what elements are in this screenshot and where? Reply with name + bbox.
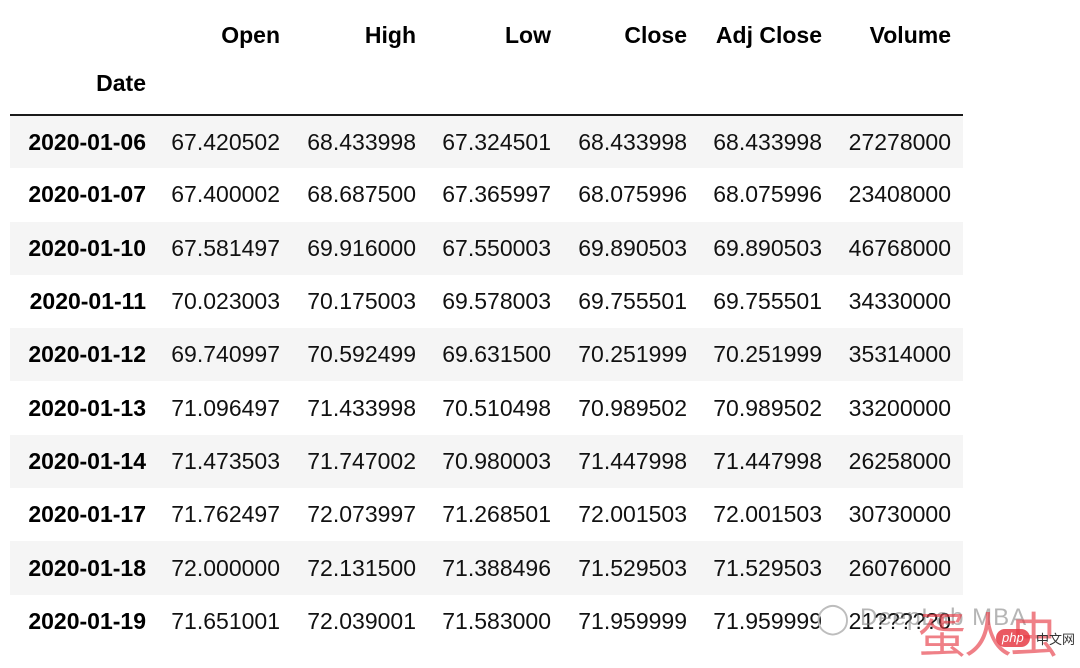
cell-low: 71.583000 [442,607,551,634]
row-index-date: 2020-01-14 [28,447,146,474]
column-header-open: Open [221,21,280,48]
cell-volume: 23408000 [848,181,951,208]
table-row: 2020-01-18 72.000000 72.131500 71.388496 71.… [10,541,963,595]
table-row: 2020-01-10 67.581497 69.916000 67.550003 69.… [10,221,963,275]
row-index-date: 2020-01-11 [29,288,146,315]
row-index-date: 2020-01-17 [28,501,146,528]
row-index-date: 2020-01-19 [28,607,146,634]
column-header-row: Open High Low Close Adj Close Volume [10,0,963,70]
dataframe-table: Open High Low Close Adj Close Volume Dat… [10,0,963,648]
cell-close: 71.529503 [578,554,687,581]
cell-low: 71.268501 [442,501,551,528]
cell-adj-close: 70.251999 [713,341,822,368]
watermark-php-badge: php [996,629,1030,647]
cell-close: 71.447998 [578,447,687,474]
table-row: 2020-01-07 67.400002 68.687500 67.365997 68.… [10,168,963,221]
cell-adj-close: 70.989502 [713,394,822,421]
cell-close: 71.959999 [578,607,687,634]
cell-open: 67.420502 [171,128,280,155]
row-index-date: 2020-01-13 [28,394,146,421]
table-body: 2020-01-06 67.420502 68.433998 67.324501 68.… [10,115,963,648]
cell-high: 69.916000 [307,234,416,261]
cell-adj-close: 71.959999 [713,607,822,634]
cell-open: 67.581497 [171,234,280,261]
row-index-date: 2020-01-12 [28,341,146,368]
cell-volume: 21?????0 [848,607,951,634]
table-row: 2020-01-17 71.762497 72.073997 71.268501 72.… [10,488,963,541]
cell-volume: 35314000 [848,341,951,368]
cell-close: 69.755501 [578,288,687,315]
cell-high: 72.073997 [307,501,416,528]
dataframe-container: Open High Low Close Adj Close Volume Dat… [10,0,963,648]
cell-adj-close: 69.755501 [713,288,822,315]
cell-high: 71.433998 [307,394,416,421]
cell-adj-close: 72.001503 [713,501,822,528]
table-row: 2020-01-13 71.096497 71.433998 70.510498 70.… [10,381,963,434]
cell-low: 71.388496 [442,554,551,581]
cell-high: 70.175003 [307,288,416,315]
cell-close: 68.075996 [578,181,687,208]
cell-adj-close: 68.075996 [713,181,822,208]
cell-adj-close: 69.890503 [713,234,822,261]
cell-low: 67.365997 [442,181,551,208]
row-index-date: 2020-01-10 [28,234,146,261]
column-header-high: High [364,21,416,48]
cell-volume: 27278000 [848,128,951,155]
cell-open: 71.762497 [171,501,280,528]
watermark-site: 中文网 [1036,632,1076,647]
cell-high: 71.747002 [307,447,416,474]
cell-close: 68.433998 [578,128,687,155]
table-row: 2020-01-14 71.473503 71.747002 70.980003 71.… [10,434,963,489]
column-header-volume: Volume [869,21,951,48]
index-header-blank [10,0,158,70]
table-row: 2020-01-12 69.740997 70.592499 69.631500 70.… [10,328,963,382]
cell-low: 69.578003 [442,288,551,315]
table-row: 2020-01-11 70.023003 70.175003 69.578003 69.… [10,275,963,328]
cell-low: 70.510498 [442,394,551,421]
cell-volume: 33200000 [848,394,951,421]
cell-adj-close: 68.433998 [713,128,822,155]
column-header-low: Low [505,21,551,48]
cell-volume: 30730000 [848,501,951,528]
cell-open: 71.473503 [171,447,280,474]
cell-open: 71.651001 [171,607,280,634]
cell-open: 72.000000 [171,554,280,581]
cell-high: 68.687500 [307,181,416,208]
cell-low: 70.980003 [442,447,551,474]
column-header-close: Close [624,21,687,48]
row-index-date: 2020-01-06 [28,128,146,155]
cell-high: 68.433998 [307,128,416,155]
cell-high: 70.592499 [307,341,416,368]
index-name-row: Date [10,70,963,115]
index-name-date: Date [96,70,146,96]
cell-volume: 34330000 [848,288,951,315]
cell-adj-close: 71.447998 [713,447,822,474]
row-index-date: 2020-01-18 [28,554,146,581]
cell-adj-close: 71.529503 [713,554,822,581]
cell-volume: 46768000 [848,234,951,261]
column-header-adj-close: Adj Close [715,21,822,48]
cell-close: 72.001503 [578,501,687,528]
row-index-date: 2020-01-07 [28,181,146,208]
cell-low: 69.631500 [442,341,551,368]
table-row: 2020-01-06 67.420502 68.433998 67.324501 68.… [10,115,963,169]
cell-close: 69.890503 [578,234,687,261]
cell-high: 72.039001 [307,607,416,634]
cell-volume: 26258000 [848,447,951,474]
cell-high: 72.131500 [307,554,416,581]
table-row: 2020-01-19 71.651001 72.039001 71.583000 71.… [10,595,963,648]
cell-volume: 26076000 [848,554,951,581]
cell-low: 67.324501 [442,128,551,155]
cell-low: 67.550003 [442,234,551,261]
cell-open: 69.740997 [171,341,280,368]
cell-open: 70.023003 [171,288,280,315]
cell-close: 70.251999 [578,341,687,368]
cell-close: 70.989502 [578,394,687,421]
cell-open: 67.400002 [171,181,280,208]
cell-open: 71.096497 [171,394,280,421]
